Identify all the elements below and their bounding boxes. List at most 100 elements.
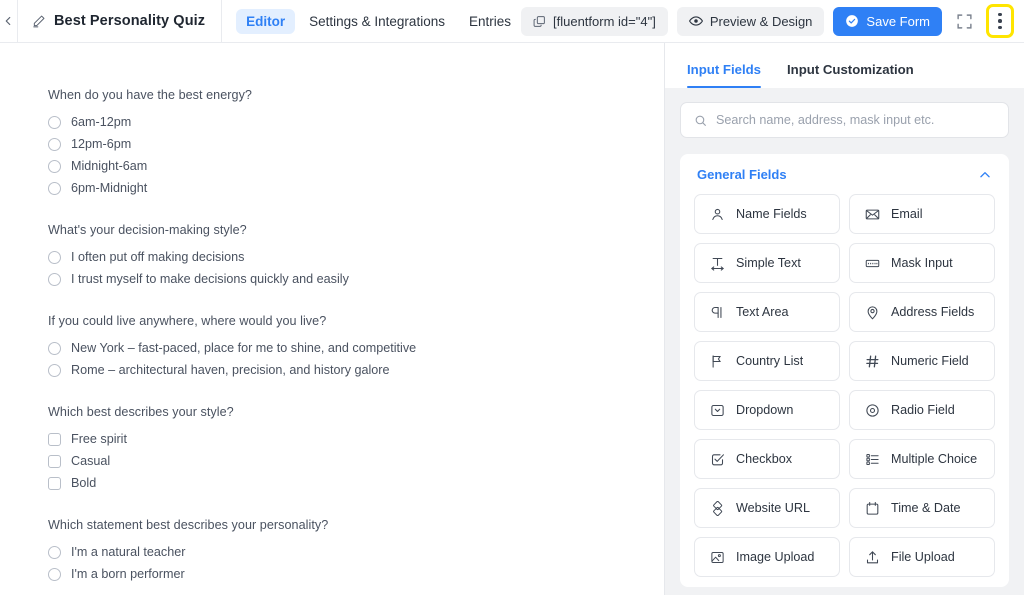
calendar-icon: [864, 501, 880, 516]
question-label: Which statement best describes your pers…: [48, 518, 329, 532]
field-label: Numeric Field: [891, 354, 969, 368]
radio-input[interactable]: [48, 115, 61, 129]
pencil-icon: [32, 14, 46, 28]
tab-entries[interactable]: Entries: [459, 9, 521, 34]
save-form-button[interactable]: Save Form: [833, 6, 942, 36]
panel-header[interactable]: General Fields: [680, 154, 1009, 194]
field-button-website-url[interactable]: Website URL: [694, 488, 840, 528]
option-row[interactable]: 6pm-Midnight: [48, 181, 624, 195]
option-label: New York – fast-paced, place for me to s…: [71, 341, 417, 355]
tab-input-fields[interactable]: Input Fields: [687, 62, 761, 88]
upload-icon: [864, 550, 880, 565]
field-button-dropdown[interactable]: Dropdown: [694, 390, 840, 430]
tab-editor[interactable]: Editor: [236, 8, 296, 34]
field-button-image-upload[interactable]: Image Upload: [694, 537, 840, 577]
option-row[interactable]: 12pm-6pm: [48, 137, 624, 151]
top-toolbar: Best Personality Quiz Editor Settings & …: [0, 0, 1024, 43]
general-fields-panel: General Fields Name Fields Email Simple …: [680, 154, 1009, 587]
option-label: 12pm-6pm: [71, 137, 132, 151]
panel-title: General Fields: [697, 167, 787, 182]
option-label: I trust myself to make decisions quickly…: [71, 272, 349, 286]
field-label: Multiple Choice: [891, 452, 978, 466]
back-button[interactable]: [0, 0, 18, 42]
field-button-address-fields[interactable]: Address Fields: [849, 292, 995, 332]
radio-input[interactable]: [48, 159, 61, 173]
map-pin-icon: [864, 305, 880, 320]
form-builder-app: Best Personality Quiz Editor Settings & …: [0, 0, 1024, 595]
field-button-radio-field[interactable]: Radio Field: [849, 390, 995, 430]
radio-input[interactable]: [48, 137, 61, 151]
field-button-time-date[interactable]: Time & Date: [849, 488, 995, 528]
form-question[interactable]: If you could live anywhere, where would …: [48, 314, 624, 377]
question-label: Which best describes your style?: [48, 405, 234, 419]
form-question[interactable]: What's your decision-making style? I oft…: [48, 223, 624, 286]
panel-body: Search name, address, mask input etc. Ge…: [665, 88, 1024, 595]
option-row[interactable]: Free spirit: [48, 432, 624, 446]
checkbox-input[interactable]: [48, 454, 61, 468]
form-question[interactable]: Which statement best describes your pers…: [48, 518, 624, 581]
form-question[interactable]: Which best describes your style? Free sp…: [48, 405, 624, 490]
tab-settings-integrations[interactable]: Settings & Integrations: [299, 9, 455, 34]
tab-input-customization[interactable]: Input Customization: [787, 62, 914, 88]
more-options-button[interactable]: [986, 4, 1014, 38]
field-button-text-area[interactable]: Text Area: [694, 292, 840, 332]
option-row[interactable]: I often put off making decisions: [48, 250, 624, 264]
hash-icon: [864, 354, 880, 369]
form-title-area[interactable]: Best Personality Quiz: [18, 0, 223, 42]
radio-input[interactable]: [48, 250, 61, 264]
field-label: Dropdown: [736, 403, 794, 417]
right-panel: Input Fields Input Customization Search …: [665, 43, 1024, 595]
field-button-checkbox[interactable]: Checkbox: [694, 439, 840, 479]
field-button-name-fields[interactable]: Name Fields: [694, 194, 840, 234]
field-button-mask-input[interactable]: Mask Input: [849, 243, 995, 283]
checkbox-input[interactable]: [48, 432, 61, 446]
field-label: Address Fields: [891, 305, 975, 319]
option-row[interactable]: Midnight-6am: [48, 159, 624, 173]
option-label: 6am-12pm: [71, 115, 132, 129]
radio-circle-icon: [864, 403, 880, 418]
field-label: Radio Field: [891, 403, 955, 417]
field-button-simple-text[interactable]: Simple Text: [694, 243, 840, 283]
form-question[interactable]: When do you have the best energy? 6am-12…: [48, 88, 624, 195]
field-label: Name Fields: [736, 207, 807, 221]
user-icon: [709, 207, 725, 222]
link-diamond-icon: [709, 500, 725, 516]
form-questions-list: When do you have the best energy? 6am-12…: [0, 43, 664, 581]
field-button-multiple-choice[interactable]: Multiple Choice: [849, 439, 995, 479]
chevron-up-icon[interactable]: [978, 168, 992, 182]
option-label: I often put off making decisions: [71, 250, 245, 264]
radio-input[interactable]: [48, 545, 61, 559]
field-button-file-upload[interactable]: File Upload: [849, 537, 995, 577]
paragraph-icon: [709, 305, 725, 320]
toolbar-actions: [fluentform id="4"] Preview & Design Sav…: [521, 4, 1024, 38]
option-row[interactable]: Bold: [48, 476, 624, 490]
option-row[interactable]: I'm a natural teacher: [48, 545, 624, 559]
field-button-numeric-field[interactable]: Numeric Field: [849, 341, 995, 381]
field-label: Image Upload: [736, 550, 815, 564]
option-row[interactable]: New York – fast-paced, place for me to s…: [48, 341, 624, 355]
field-label: Website URL: [736, 501, 810, 515]
radio-input[interactable]: [48, 181, 61, 195]
checkbox-input[interactable]: [48, 476, 61, 490]
radio-input[interactable]: [48, 272, 61, 286]
option-row[interactable]: I'm a born performer: [48, 567, 624, 581]
option-label: Rome – architectural haven, precision, a…: [71, 363, 390, 377]
field-button-country-list[interactable]: Country List: [694, 341, 840, 381]
radio-input[interactable]: [48, 567, 61, 581]
workspace: When do you have the best energy? 6am-12…: [0, 43, 1024, 595]
option-row[interactable]: I trust myself to make decisions quickly…: [48, 272, 624, 286]
option-row[interactable]: Casual: [48, 454, 624, 468]
radio-input[interactable]: [48, 341, 61, 355]
option-row[interactable]: 6am-12pm: [48, 115, 624, 129]
fullscreen-expand-icon: [956, 13, 973, 30]
shortcode-copy-button[interactable]: [fluentform id="4"]: [521, 6, 668, 36]
search-input[interactable]: Search name, address, mask input etc.: [680, 102, 1009, 138]
option-row[interactable]: Rome – architectural haven, precision, a…: [48, 363, 624, 377]
preview-design-button[interactable]: Preview & Design: [676, 6, 825, 36]
radio-input[interactable]: [48, 363, 61, 377]
flag-icon: [709, 354, 725, 369]
field-buttons-grid: Name Fields Email Simple Text Mask Input…: [680, 194, 1009, 577]
field-button-email[interactable]: Email: [849, 194, 995, 234]
fullscreen-button[interactable]: [951, 8, 977, 34]
save-form-label: Save Form: [866, 13, 930, 29]
